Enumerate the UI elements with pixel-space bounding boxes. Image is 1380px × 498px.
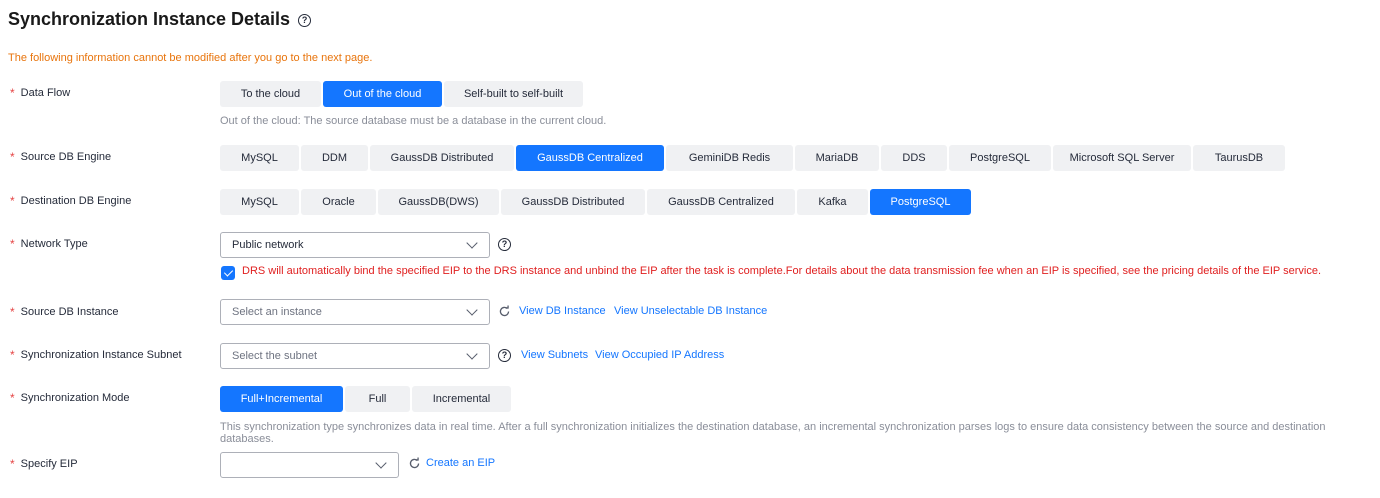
eip-label: * Specify EIP (10, 457, 78, 471)
refresh-icon[interactable] (498, 305, 511, 318)
required-asterisk: * (10, 194, 15, 208)
refresh-icon[interactable] (408, 457, 421, 470)
dest-engine-gaussdb-distributed[interactable]: GaussDB Distributed (501, 189, 645, 215)
data-flow-label: * Data Flow (10, 86, 71, 100)
data-flow-option-to-cloud[interactable]: To the cloud (220, 81, 321, 107)
required-asterisk: * (10, 305, 15, 319)
chevron-down-icon (466, 304, 478, 316)
subnet-placeholder: Select the subnet (232, 350, 318, 362)
help-icon[interactable]: ? (498, 349, 511, 362)
source-engine-taurusdb[interactable]: TaurusDB (1193, 145, 1285, 171)
source-engine-mariadb[interactable]: MariaDB (795, 145, 879, 171)
required-asterisk: * (10, 391, 15, 405)
create-eip-link[interactable]: Create an EIP (426, 457, 495, 469)
eip-checkbox[interactable] (221, 266, 235, 280)
required-asterisk: * (10, 348, 15, 362)
eip-select[interactable] (220, 452, 399, 478)
page-title-row: Synchronization Instance Details ? (8, 8, 312, 30)
dest-engine-mysql[interactable]: MySQL (220, 189, 299, 215)
data-flow-hint: Out of the cloud: The source database mu… (220, 115, 607, 127)
destination-engine-selector: MySQL Oracle GaussDB(DWS) GaussDB Distri… (220, 189, 971, 215)
view-db-instance-link[interactable]: View DB Instance (519, 305, 606, 317)
chevron-down-icon (466, 237, 478, 249)
page-title: Synchronization Instance Details (8, 9, 291, 29)
network-type-select[interactable]: Public network (220, 232, 490, 258)
sync-mode-label: * Synchronization Mode (10, 391, 130, 405)
view-subnets-link[interactable]: View Subnets (521, 349, 588, 361)
checkmark-icon (223, 267, 233, 277)
source-engine-ddm[interactable]: DDM (301, 145, 368, 171)
dest-engine-oracle[interactable]: Oracle (301, 189, 376, 215)
notice-text: The following information cannot be modi… (8, 52, 373, 64)
source-engine-gaussdb-centralized[interactable]: GaussDB Centralized (516, 145, 664, 171)
chevron-down-icon (466, 348, 478, 360)
dest-engine-gaussdb-centralized[interactable]: GaussDB Centralized (647, 189, 795, 215)
required-asterisk: * (10, 457, 15, 471)
dest-engine-kafka[interactable]: Kafka (797, 189, 868, 215)
network-type-label: * Network Type (10, 237, 88, 251)
source-instance-placeholder: Select an instance (232, 306, 322, 318)
source-engine-selector: MySQL DDM GaussDB Distributed GaussDB Ce… (220, 145, 1285, 171)
subnet-select[interactable]: Select the subnet (220, 343, 490, 369)
source-engine-geminidb-redis[interactable]: GeminiDB Redis (666, 145, 793, 171)
source-instance-select[interactable]: Select an instance (220, 299, 490, 325)
view-unselectable-instance-link[interactable]: View Unselectable DB Instance (614, 305, 767, 317)
dest-engine-postgresql[interactable]: PostgreSQL (870, 189, 971, 215)
help-icon[interactable]: ? (298, 13, 312, 27)
data-flow-option-out-of-cloud[interactable]: Out of the cloud (323, 81, 442, 107)
data-flow-selector: To the cloud Out of the cloud Self-built… (220, 81, 583, 107)
destination-engine-label: * Destination DB Engine (10, 194, 132, 208)
sync-mode-incremental[interactable]: Incremental (412, 386, 511, 412)
help-icon[interactable]: ? (498, 238, 511, 251)
view-occupied-ip-link[interactable]: View Occupied IP Address (595, 349, 724, 361)
eip-warning-text: DRS will automatically bind the specifie… (242, 265, 1321, 277)
network-type-value: Public network (232, 239, 304, 251)
source-instance-label: * Source DB Instance (10, 305, 119, 319)
source-engine-sql-server[interactable]: Microsoft SQL Server (1053, 145, 1191, 171)
sync-mode-full-incremental[interactable]: Full+Incremental (220, 386, 343, 412)
sync-mode-full[interactable]: Full (345, 386, 410, 412)
chevron-down-icon (375, 457, 387, 469)
sync-mode-hint: This synchronization type synchronizes d… (220, 421, 1326, 445)
sync-mode-selector: Full+Incremental Full Incremental (220, 386, 511, 412)
data-flow-option-self-built[interactable]: Self-built to self-built (444, 81, 583, 107)
source-engine-label: * Source DB Engine (10, 150, 112, 164)
source-engine-mysql[interactable]: MySQL (220, 145, 299, 171)
dest-engine-gaussdb-dws[interactable]: GaussDB(DWS) (378, 189, 499, 215)
subnet-label: * Synchronization Instance Subnet (10, 348, 182, 362)
required-asterisk: * (10, 237, 15, 251)
required-asterisk: * (10, 150, 15, 164)
source-engine-gaussdb-distributed[interactable]: GaussDB Distributed (370, 145, 514, 171)
source-engine-dds[interactable]: DDS (881, 145, 947, 171)
source-engine-postgresql[interactable]: PostgreSQL (949, 145, 1051, 171)
required-asterisk: * (10, 86, 15, 100)
